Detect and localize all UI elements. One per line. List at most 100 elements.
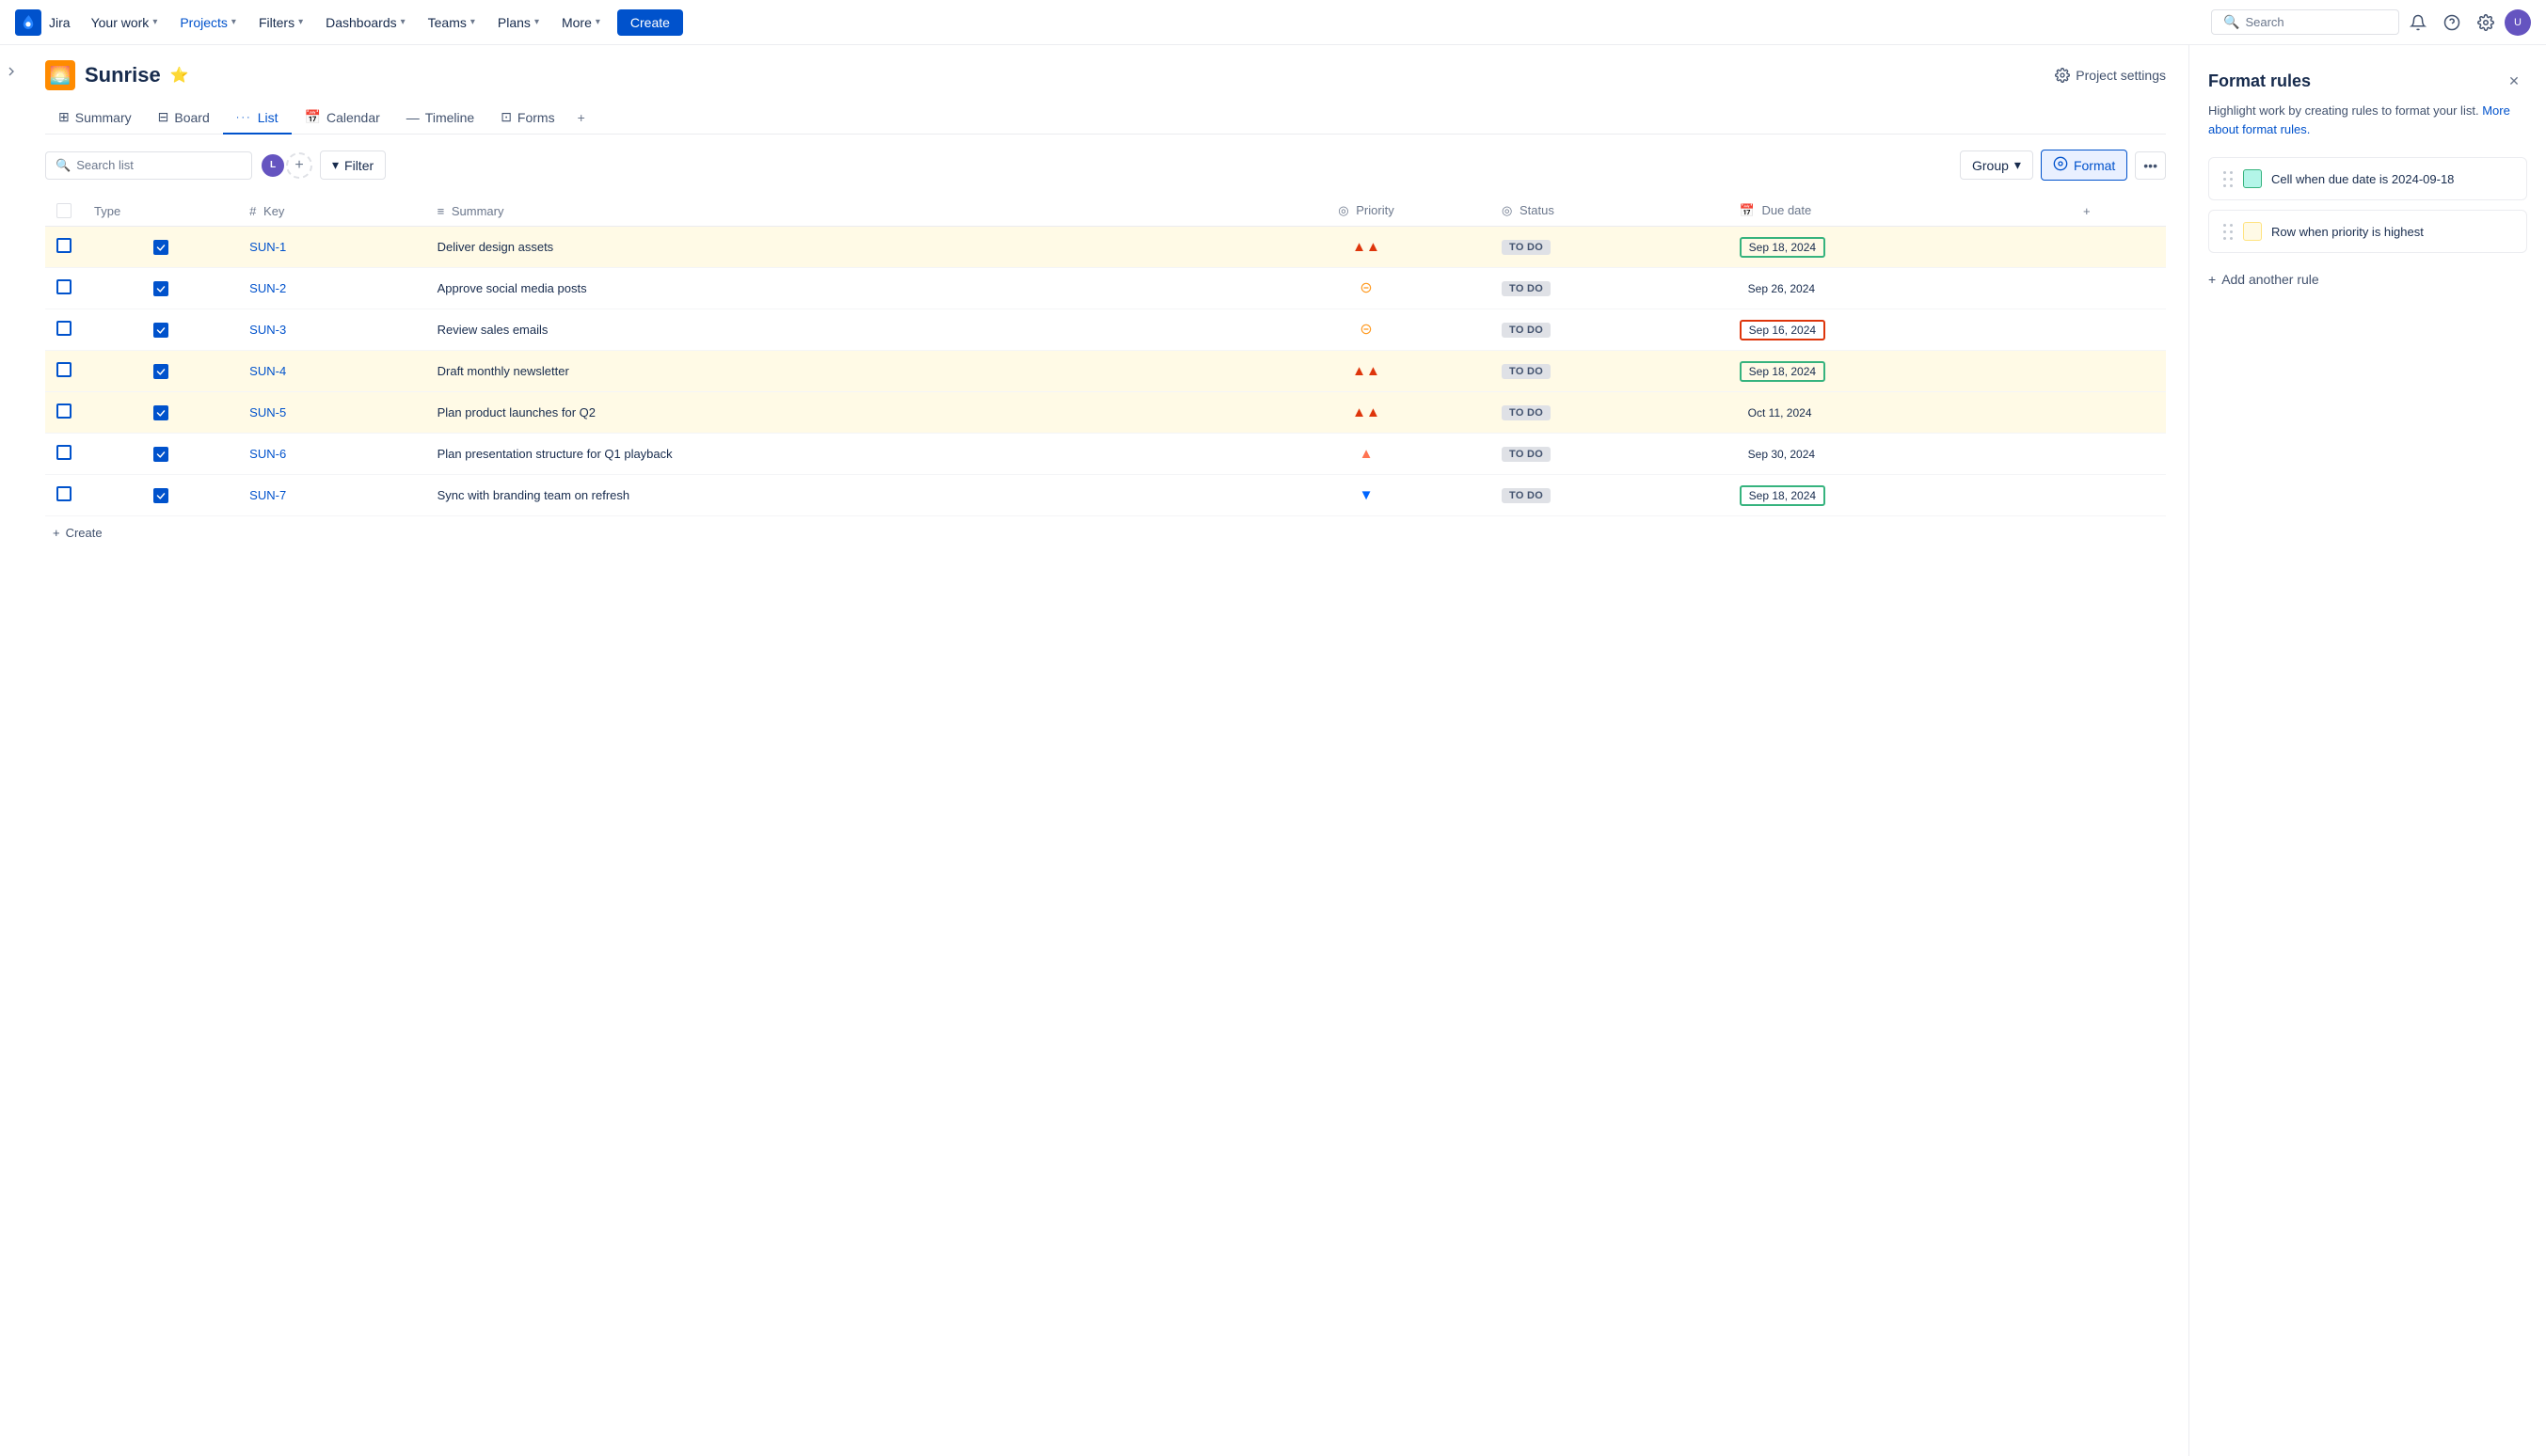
issue-summary[interactable]: Plan product launches for Q2 — [438, 405, 596, 419]
board-tab-icon: ⊟ — [158, 109, 169, 125]
table-row: SUN-6 Plan presentation structure for Q1… — [45, 434, 2166, 475]
issue-summary[interactable]: Deliver design assets — [438, 240, 554, 254]
notifications-button[interactable] — [2403, 8, 2433, 38]
table-row: SUN-7 Sync with branding team on refresh… — [45, 475, 2166, 516]
issue-type-icon — [153, 447, 168, 462]
status-badge: TO DO — [1502, 405, 1551, 420]
tab-summary[interactable]: ⊞ Summary — [45, 102, 145, 135]
issue-key[interactable]: SUN-6 — [249, 447, 286, 461]
user-avatar[interactable]: U — [2505, 9, 2531, 36]
list-toolbar: 🔍 Search list L + ▾ Filter Group ▾ For — [45, 150, 2166, 181]
summary-tab-icon: ⊞ — [58, 109, 70, 125]
row-checkbox[interactable] — [56, 404, 72, 419]
format-button[interactable]: Format — [2041, 150, 2127, 181]
format-rule[interactable]: Row when priority is highest — [2208, 210, 2527, 253]
nav-more[interactable]: More ▾ — [552, 11, 610, 34]
settings-button[interactable] — [2471, 8, 2501, 38]
table-row: SUN-3 Review sales emails ⊝ TO DO Sep 16… — [45, 309, 2166, 351]
col-key: # Key — [238, 196, 425, 227]
search-icon: 🔍 — [56, 158, 71, 173]
more-options-button[interactable]: ••• — [2135, 151, 2166, 180]
rule-color-swatch — [2243, 169, 2262, 188]
row-checkbox[interactable] — [56, 279, 72, 294]
create-issue-row[interactable]: + Create — [45, 516, 2166, 549]
project-settings-button[interactable]: Project settings — [2055, 68, 2166, 83]
row-checkbox[interactable] — [56, 445, 72, 460]
chevron-down-icon: ▾ — [231, 17, 236, 27]
drag-handle-icon — [2222, 223, 2234, 241]
issue-type-icon — [153, 488, 168, 503]
select-all-checkbox[interactable] — [56, 203, 72, 218]
issue-summary[interactable]: Review sales emails — [438, 323, 549, 337]
col-due-date: 📅 Due date — [1728, 196, 2072, 227]
issue-summary[interactable]: Sync with branding team on refresh — [438, 488, 630, 502]
due-date: Sep 26, 2024 — [1740, 279, 1823, 298]
issue-key[interactable]: SUN-2 — [249, 281, 286, 295]
help-button[interactable] — [2437, 8, 2467, 38]
priority-icon: ▲▲ — [1352, 405, 1380, 419]
due-date: Sep 30, 2024 — [1740, 445, 1823, 464]
nav-plans[interactable]: Plans ▾ — [488, 11, 549, 34]
tab-calendar[interactable]: 📅 Calendar — [292, 102, 393, 135]
table-row: SUN-4 Draft monthly newsletter ▲▲ TO DO … — [45, 351, 2166, 392]
issue-summary[interactable]: Draft monthly newsletter — [438, 364, 569, 378]
star-icon[interactable]: ⭐ — [170, 66, 189, 85]
nav-dashboards[interactable]: Dashboards ▾ — [316, 11, 415, 34]
format-panel-description: Highlight work by creating rules to form… — [2208, 102, 2527, 138]
avatar-user1[interactable]: L — [260, 152, 286, 179]
nav-your-work[interactable]: Your work ▾ — [82, 11, 167, 34]
rule-label: Row when priority is highest — [2271, 225, 2513, 239]
filter-button[interactable]: ▾ Filter — [320, 150, 386, 180]
priority-icon: ⊝ — [1360, 323, 1372, 337]
format-rule[interactable]: Cell when due date is 2024-09-18 — [2208, 157, 2527, 200]
tab-list[interactable]: ··· List — [223, 103, 292, 135]
forms-tab-icon: ⊡ — [501, 109, 512, 125]
issue-key[interactable]: SUN-1 — [249, 240, 286, 254]
add-person-button[interactable]: + — [286, 152, 312, 179]
due-date: Sep 18, 2024 — [1740, 485, 1825, 506]
logo[interactable]: Jira — [15, 9, 71, 36]
status-badge: TO DO — [1502, 364, 1551, 379]
format-icon — [2053, 156, 2068, 174]
calendar-tab-icon: 📅 — [305, 109, 321, 125]
priority-icon: ▲▲ — [1352, 364, 1380, 378]
create-button[interactable]: Create — [617, 9, 683, 36]
topnav: Jira Your work ▾ Projects ▾ Filters ▾ Da… — [0, 0, 2546, 45]
sidebar-toggle[interactable] — [0, 45, 23, 1456]
add-tab-button[interactable]: + — [568, 103, 595, 133]
search-list-input[interactable]: 🔍 Search list — [45, 151, 252, 180]
row-checkbox[interactable] — [56, 238, 72, 253]
tab-timeline[interactable]: — Timeline — [393, 103, 487, 135]
tab-forms[interactable]: ⊡ Forms — [487, 102, 567, 135]
format-panel-header: Format rules ✕ — [2208, 68, 2527, 94]
plus-icon: + — [53, 526, 60, 540]
col-summary: ≡ Summary — [426, 196, 1242, 227]
page-container: 🌅 Sunrise ⭐ Project settings ⊞ Summary ⊟… — [0, 45, 2546, 1456]
project-header: 🌅 Sunrise ⭐ Project settings — [45, 60, 2166, 90]
issue-key[interactable]: SUN-7 — [249, 488, 286, 502]
issue-key[interactable]: SUN-4 — [249, 364, 286, 378]
filter-icon: ▾ — [332, 157, 339, 173]
tab-board[interactable]: ⊟ Board — [145, 102, 223, 135]
rule-label: Cell when due date is 2024-09-18 — [2271, 172, 2513, 186]
group-button[interactable]: Group ▾ — [1960, 150, 2033, 180]
row-checkbox[interactable] — [56, 362, 72, 377]
row-checkbox[interactable] — [56, 486, 72, 501]
due-date: Sep 16, 2024 — [1740, 320, 1825, 340]
add-column-button[interactable]: + — [2072, 196, 2166, 227]
issue-key[interactable]: SUN-5 — [249, 405, 286, 419]
nav-teams[interactable]: Teams ▾ — [419, 11, 485, 34]
issue-summary[interactable]: Approve social media posts — [438, 281, 587, 295]
priority-icon: ▲▲ — [1352, 240, 1380, 254]
close-panel-button[interactable]: ✕ — [2501, 68, 2527, 94]
search-input[interactable]: 🔍 Search — [2211, 9, 2399, 35]
nav-projects[interactable]: Projects ▾ — [170, 11, 246, 34]
add-rule-button[interactable]: + Add another rule — [2208, 262, 2319, 296]
issue-key[interactable]: SUN-3 — [249, 323, 286, 337]
issue-summary[interactable]: Plan presentation structure for Q1 playb… — [438, 447, 673, 461]
chevron-down-icon: ▾ — [2014, 157, 2021, 173]
search-icon: 🔍 — [2223, 14, 2239, 30]
nav-filters[interactable]: Filters ▾ — [249, 11, 312, 34]
row-checkbox[interactable] — [56, 321, 72, 336]
col-type: Type — [83, 196, 238, 227]
